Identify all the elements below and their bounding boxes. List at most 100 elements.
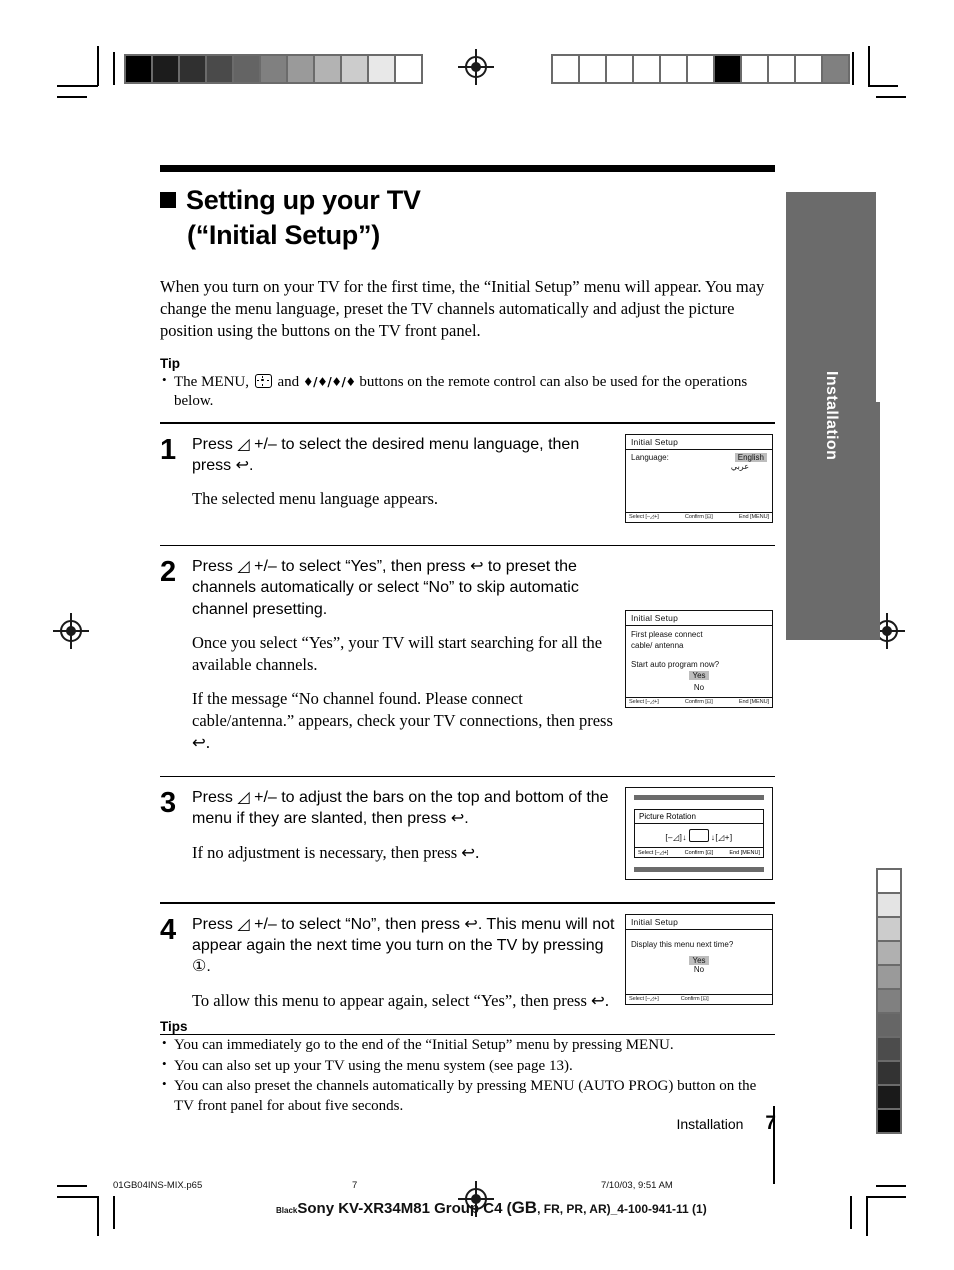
osd-hint-confirm: Confirm [⊡] [680, 996, 709, 1003]
step-1-body: Press ◿ +/– to select the desired menu l… [192, 434, 625, 523]
crop-mark-bl-h [57, 1185, 87, 1187]
grayscale-swatch [878, 1086, 900, 1108]
osd-option-yes[interactable]: Yes [689, 671, 709, 681]
intro-paragraph: When you turn on your TV for the first t… [160, 277, 765, 340]
osd-option-no[interactable]: No [694, 683, 704, 692]
center-button-icon [254, 373, 272, 388]
imprint-black: Black [276, 1206, 298, 1215]
osd-initial-setup-language: Initial Setup Language: English عربي Sel… [625, 433, 773, 523]
osd-language-value-arabic[interactable]: عربي [631, 462, 767, 471]
step-2-lead: Press ◿ +/– to select “Yes”, then press … [192, 558, 579, 618]
grayscale-swatch [580, 56, 605, 82]
grayscale-swatch [261, 56, 286, 82]
osd-hint-bar: Select [–◿+] Confirm [⊡] [626, 993, 772, 1004]
osd-hint-bar: Select [–◿+] Confirm [⊡] End [MENU] [626, 511, 772, 522]
page-title-line2: (“Initial Setup”) [187, 219, 380, 250]
crop-mark-bl-v2 [113, 1196, 115, 1229]
crop-mark-tl-h2 [57, 96, 87, 98]
tip-text-b: and [277, 373, 300, 390]
crop-mark-br-h [876, 1185, 906, 1187]
step-2-note2: If the message “No channel found. Please… [192, 688, 613, 752]
registration-mark-top [458, 49, 494, 85]
crop-mark-br-v [866, 1196, 868, 1236]
osd-hint-select: Select [–◿+] [638, 849, 669, 856]
osd-title: Initial Setup [626, 915, 772, 930]
step-4-screenshot: Initial Setup Display this menu next tim… [625, 913, 775, 1012]
imprint-rest: , FR, PR, AR)_4-100-941-11 (1) [537, 1202, 707, 1216]
osd-spacer [631, 933, 767, 940]
page-title-line1: Setting up your TV [186, 185, 421, 215]
tip-text-a: The MENU, [174, 373, 249, 390]
osd-language-value-english[interactable]: English [734, 452, 767, 462]
grayscale-swatch [234, 56, 259, 82]
osd-display-next-time: Initial Setup Display this menu next tim… [625, 913, 773, 1005]
step-4-body: Press ◿ +/– to select “No”, then press ↩… [192, 914, 625, 1012]
arrow-down-left-icon: ↓ [682, 833, 687, 843]
osd-option-yes-row: Yes [631, 670, 767, 682]
grayscale-swatch [878, 870, 900, 892]
grayscale-swatch [634, 56, 659, 82]
osd-line-1: First please connect [631, 629, 703, 639]
osd-body: First please connect cable/ antenna Star… [626, 626, 772, 697]
page-folio: Installation 7 [676, 1113, 776, 1135]
osd-title: Picture Rotation [635, 810, 763, 825]
osd-title: Initial Setup [626, 611, 772, 626]
grayscale-swatch [878, 918, 900, 940]
grayscale-swatch [878, 1062, 900, 1084]
grayscale-swatch [315, 56, 340, 82]
osd-adjust-row: [–◿]↓ ↓[◿+] [635, 824, 763, 849]
osd-language-label: Language: [631, 452, 669, 462]
osd-option-yes-row: Yes [631, 955, 767, 965]
arrow-keys-icon: ♦/♦/♦/♦ [302, 374, 356, 389]
rotation-bar-bottom [634, 867, 764, 873]
step-3-number: 3 [160, 787, 177, 820]
osd-hint-select: Select [–◿+] [629, 514, 659, 520]
crop-mark-tr-v [852, 52, 854, 85]
grayscale-swatch [878, 1014, 900, 1036]
osd-hint-end: End [MENU] [738, 699, 769, 706]
step-4-number: 4 [160, 913, 177, 946]
osd-adjust-right: [◿+] [715, 833, 733, 843]
grayscale-swatch [823, 56, 848, 82]
osd-hint-select: Select [–◿+] [629, 996, 659, 1003]
square-bullet-icon [160, 192, 176, 208]
rotation-thumb-icon[interactable] [688, 829, 709, 843]
crop-mark-br-h2 [866, 1196, 906, 1198]
grayscale-swatch [153, 56, 178, 82]
grayscale-swatch [878, 1110, 900, 1132]
manual-page: Installation Setting up your TV (“Initia… [0, 0, 954, 1270]
folio-section: Installation [676, 1116, 744, 1132]
step-3: 3 Press ◿ +/– to adjust the bars on the … [160, 777, 775, 892]
crop-mark-tr-h2 [876, 96, 906, 98]
grayscale-swatch [878, 990, 900, 1012]
step-1-lead: Press ◿ +/– to select the desired menu l… [192, 435, 580, 474]
step-3-body: Press ◿ +/– to adjust the bars on the to… [192, 787, 625, 880]
step-2-number: 2 [160, 556, 177, 589]
rotation-bar-top [634, 795, 764, 801]
tips-heading: Tips [160, 1019, 188, 1034]
grayscale-swatch [878, 966, 900, 988]
tip-list: The MENU, and ♦/♦/♦/♦ buttons on the rem… [160, 372, 775, 412]
tip-heading: Tip [160, 355, 180, 371]
registration-mark-left [53, 613, 89, 649]
step-2-screenshot: Initial Setup First please connect cable… [625, 556, 775, 753]
crop-mark-bl-v [97, 1196, 99, 1236]
title-rule [160, 165, 775, 172]
osd-spacer [631, 652, 767, 659]
imprint-timestamp: 7/10/03, 9:51 AM [601, 1180, 673, 1191]
crop-mark-tl-v [97, 46, 99, 86]
osd-hint-bar: Select [–◿+] Confirm [⊡] End [MENU] [635, 848, 763, 857]
osd-hint-bar: Select [–◿+] Confirm [⊡] End [MENU] [626, 696, 772, 707]
content-column: Setting up your TV (“Initial Setup”) Whe… [160, 165, 775, 1036]
osd-adjust-left: [–◿] [665, 833, 683, 843]
osd-option-yes[interactable]: Yes [689, 955, 709, 965]
grayscale-swatch [342, 56, 367, 82]
osd-option-no-row: No [631, 682, 767, 694]
step-3-screenshot: Picture Rotation [–◿]↓ ↓[◿+] Select [–◿+]… [625, 787, 775, 881]
osd-option-no-row: No [631, 965, 767, 974]
step-1: 1 Press ◿ +/– to select the desired menu… [160, 424, 775, 535]
crop-mark-tl-h [57, 85, 98, 87]
grayscale-wedge-top-right [551, 54, 850, 84]
osd-option-no[interactable]: No [694, 965, 704, 974]
osd-auto-program: Initial Setup First please connect cable… [625, 609, 773, 708]
